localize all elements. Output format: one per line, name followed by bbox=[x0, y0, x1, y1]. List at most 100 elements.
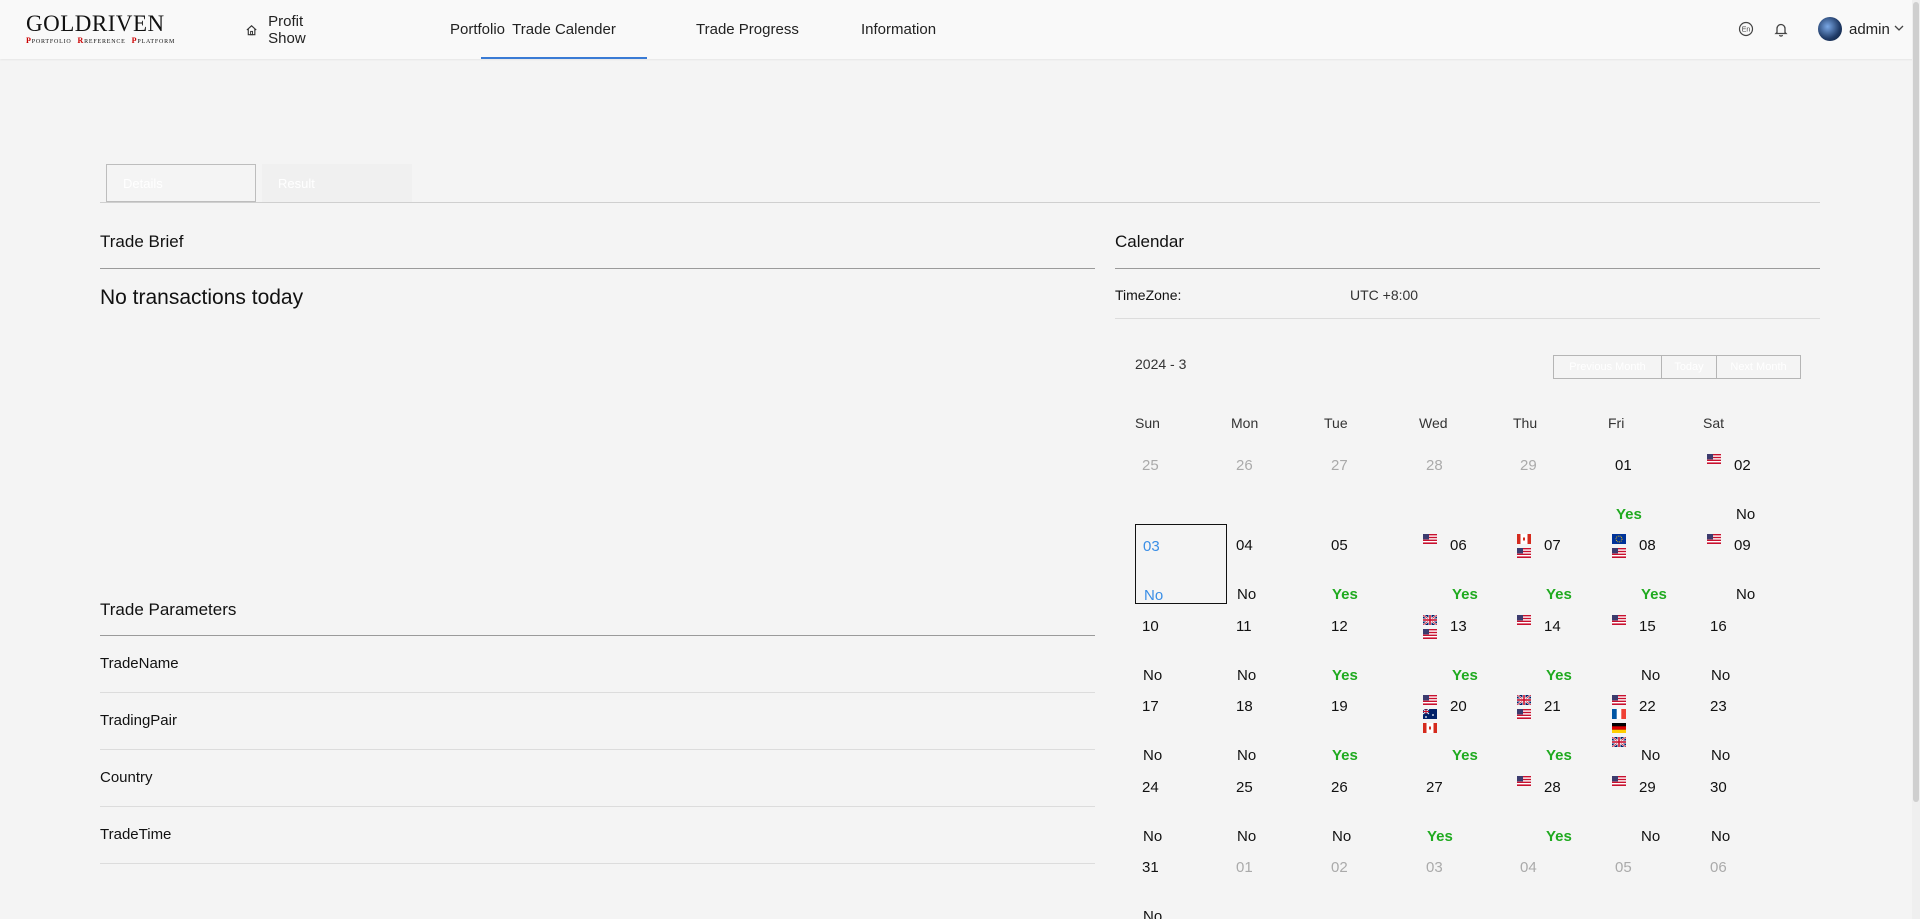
calendar-day-cell[interactable]: 27 bbox=[1324, 444, 1416, 524]
calendar-day-cell[interactable]: 29 No bbox=[1608, 766, 1700, 846]
nav-information[interactable]: Information bbox=[861, 0, 981, 59]
calendar-day-cell[interactable]: 13 Yes bbox=[1419, 605, 1511, 685]
nav-portfolio[interactable]: Portfolio bbox=[260, 0, 505, 59]
calendar-day-cell[interactable]: 04 bbox=[1513, 846, 1605, 919]
calendar-day-cell[interactable]: 17 No bbox=[1135, 685, 1227, 765]
uk-flag-icon bbox=[1517, 695, 1531, 705]
calendar-day-cell[interactable]: 24 No bbox=[1135, 766, 1227, 846]
calendar-day-number: 03 bbox=[1426, 859, 1443, 876]
calendar-day-cell[interactable]: 07 Yes bbox=[1513, 524, 1605, 604]
us-flag-icon bbox=[1517, 776, 1531, 786]
calendar-day-status: No bbox=[1736, 506, 1756, 523]
previous-month-button[interactable]: Previous Month bbox=[1554, 356, 1661, 378]
next-month-button[interactable]: Next Month bbox=[1716, 356, 1800, 378]
current-month: 2024 - 3 bbox=[1135, 356, 1187, 372]
nav-trade-progress[interactable]: Trade Progress bbox=[696, 0, 816, 59]
calendar-day-number: 08 bbox=[1639, 537, 1656, 554]
tab-result[interactable]: Result bbox=[262, 164, 412, 202]
calendar-day-status: Yes bbox=[1452, 667, 1478, 684]
calendar-day-status: No bbox=[1143, 667, 1163, 684]
calendar-day-cell[interactable]: 30 No bbox=[1703, 766, 1795, 846]
calendar-day-cell[interactable]: 22 No bbox=[1608, 685, 1700, 765]
us-flag-icon bbox=[1612, 695, 1626, 705]
calendar-day-status: Yes bbox=[1546, 586, 1572, 603]
calendar-day-cell[interactable]: 21 Yes bbox=[1513, 685, 1605, 765]
calendar-day-cell[interactable]: 02 bbox=[1324, 846, 1416, 919]
eu-flag-icon bbox=[1612, 534, 1626, 544]
home-icon bbox=[246, 24, 257, 35]
calendar-day-cell[interactable]: 26 No bbox=[1324, 766, 1416, 846]
weekday-sun: Sun bbox=[1135, 415, 1160, 431]
calendar-day-number: 26 bbox=[1331, 779, 1348, 796]
calendar-day-number: 01 bbox=[1615, 457, 1632, 474]
calendar-day-cell[interactable]: 28 Yes bbox=[1513, 766, 1605, 846]
bell-icon[interactable] bbox=[1772, 20, 1790, 38]
calendar-day-cell[interactable]: 26 bbox=[1229, 444, 1321, 524]
calendar-day-status: Yes bbox=[1427, 828, 1453, 845]
user-name[interactable]: admin bbox=[1849, 21, 1890, 38]
logo-tag-3: PPLATFORM bbox=[131, 36, 176, 45]
calendar-day-number: 13 bbox=[1450, 618, 1467, 635]
calendar-day-cell[interactable]: 25 bbox=[1135, 444, 1227, 524]
calendar-day-status: No bbox=[1237, 667, 1257, 684]
timezone-value: UTC +8:00 bbox=[1350, 287, 1419, 303]
calendar-day-number: 03 bbox=[1143, 538, 1160, 555]
calendar-day-cell[interactable]: 10 No bbox=[1135, 605, 1227, 685]
calendar-day-cell[interactable]: 05 bbox=[1608, 846, 1700, 919]
goldriven-logo[interactable]: GOLDRIVEN PPORTFOLIO RREFERENCE PPLATFOR… bbox=[26, 12, 186, 46]
calendar-day-cell[interactable]: 27 Yes bbox=[1419, 766, 1511, 846]
calendar-day-cell[interactable]: 03 No bbox=[1135, 524, 1227, 604]
calendar-day-status: No bbox=[1736, 586, 1756, 603]
calendar-day-cell[interactable]: 31 No bbox=[1135, 846, 1227, 919]
calendar-day-status: Yes bbox=[1332, 667, 1358, 684]
calendar-day-cell[interactable]: 01 bbox=[1229, 846, 1321, 919]
today-button[interactable]: Today bbox=[1661, 356, 1716, 378]
country-flags bbox=[1517, 776, 1531, 786]
calendar-day-cell[interactable]: 16 No bbox=[1703, 605, 1795, 685]
timezone-label: TimeZone: bbox=[1115, 287, 1182, 303]
calendar-day-number: 04 bbox=[1236, 537, 1253, 554]
calendar-day-cell[interactable]: 20 Yes bbox=[1419, 685, 1511, 765]
calendar-day-status: No bbox=[1144, 587, 1164, 604]
calendar-day-cell[interactable]: 28 bbox=[1419, 444, 1511, 524]
calendar-day-cell[interactable]: 06 bbox=[1703, 846, 1795, 919]
calendar-day-cell[interactable]: 29 bbox=[1513, 444, 1605, 524]
calendar-day-number: 14 bbox=[1544, 618, 1561, 635]
germany-flag-icon bbox=[1612, 723, 1626, 733]
nav-trade-calender[interactable]: Trade Calender bbox=[481, 0, 647, 59]
weekday-mon: Mon bbox=[1231, 415, 1259, 431]
calendar-day-cell[interactable]: 03 bbox=[1419, 846, 1511, 919]
calendar-day-cell[interactable]: 08 Yes bbox=[1608, 524, 1700, 604]
param-row-tradingpair: TradingPair bbox=[100, 693, 1095, 750]
calendar-day-cell[interactable]: 15 No bbox=[1608, 605, 1700, 685]
calendar-day-cell[interactable]: 19 Yes bbox=[1324, 685, 1416, 765]
calendar-day-number: 11 bbox=[1236, 618, 1252, 635]
uk-flag-icon bbox=[1423, 615, 1437, 625]
calendar-day-cell[interactable]: 09 No bbox=[1703, 524, 1795, 604]
calendar-day-status: No bbox=[1143, 828, 1163, 845]
chevron-down-icon[interactable] bbox=[1894, 24, 1904, 32]
calendar-day-number: 28 bbox=[1426, 457, 1443, 474]
calendar-day-cell[interactable]: 12 Yes bbox=[1324, 605, 1416, 685]
calendar-day-cell[interactable]: 06 Yes bbox=[1419, 524, 1511, 604]
country-flags bbox=[1612, 776, 1626, 786]
tab-details[interactable]: Details bbox=[106, 164, 256, 202]
calendar-day-cell[interactable]: 01 Yes bbox=[1608, 444, 1700, 524]
avatar[interactable] bbox=[1818, 17, 1842, 41]
calendar-day-cell[interactable]: 25 No bbox=[1229, 766, 1321, 846]
calendar-day-cell[interactable]: 02 No bbox=[1703, 444, 1795, 524]
calendar-day-cell[interactable]: 23 No bbox=[1703, 685, 1795, 765]
us-flag-icon bbox=[1707, 454, 1721, 464]
country-flags bbox=[1612, 534, 1626, 558]
calendar-day-cell[interactable]: 04 No bbox=[1229, 524, 1321, 604]
calendar-day-cell[interactable]: 18 No bbox=[1229, 685, 1321, 765]
calendar-day-number: 15 bbox=[1639, 618, 1656, 635]
calendar-day-cell[interactable]: 14 Yes bbox=[1513, 605, 1605, 685]
calendar-day-cell[interactable]: 11 No bbox=[1229, 605, 1321, 685]
detail-tabs: Details Result bbox=[100, 164, 1820, 203]
language-icon[interactable]: En bbox=[1737, 20, 1755, 38]
calendar-day-status: No bbox=[1711, 667, 1731, 684]
weekday-sat: Sat bbox=[1703, 415, 1725, 431]
calendar-day-cell[interactable]: 05 Yes bbox=[1324, 524, 1416, 604]
scrollbar-thumb[interactable] bbox=[1913, 2, 1919, 802]
